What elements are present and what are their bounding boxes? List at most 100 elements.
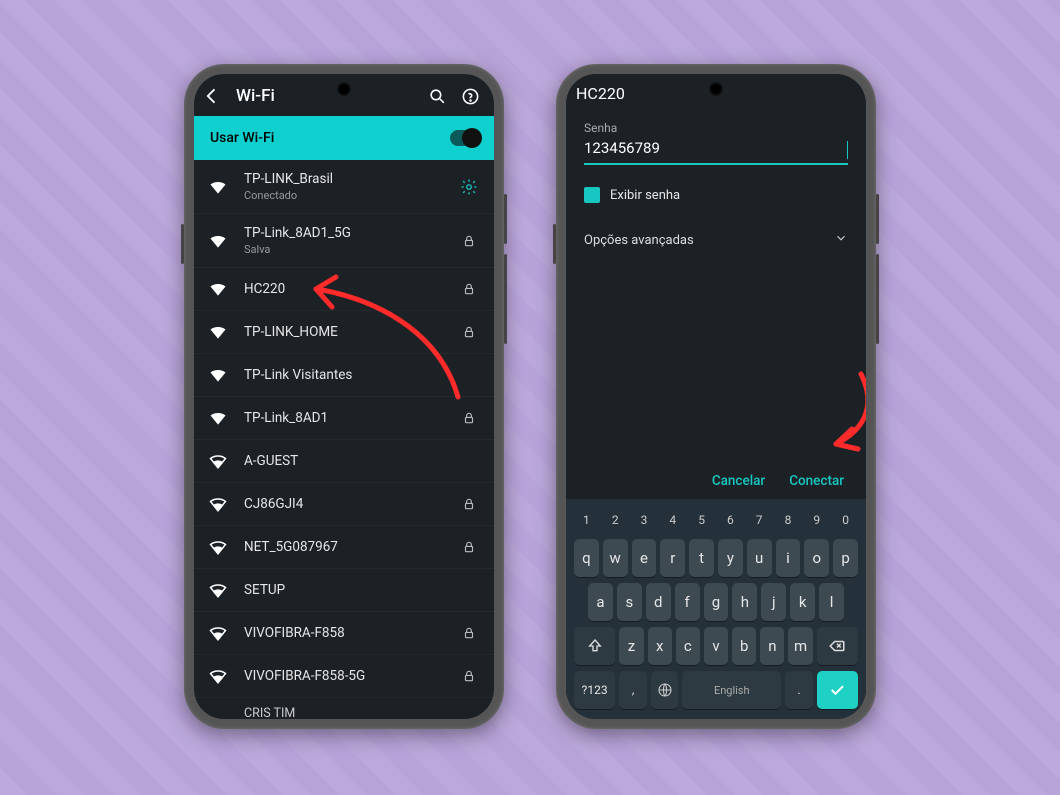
key-u[interactable]: u: [747, 539, 772, 577]
key-o[interactable]: o: [804, 539, 829, 577]
search-icon[interactable]: [428, 87, 447, 106]
keyboard: 1234567890 qwertyuiop asdfghjkl zxcvbnm …: [566, 499, 866, 719]
show-password-checkbox[interactable]: [584, 187, 600, 203]
wifi-row[interactable]: TP-Link_8AD1_5GSalva: [194, 213, 494, 267]
advanced-options-row[interactable]: Opções avançadas: [584, 231, 848, 249]
key-k[interactable]: k: [790, 583, 815, 621]
lock-icon: [458, 325, 480, 339]
key-8[interactable]: 8: [776, 507, 801, 533]
key-a[interactable]: a: [588, 583, 613, 621]
gear-icon[interactable]: [458, 178, 480, 196]
wifi-connected-row[interactable]: TP-LINK_Brasil Conectado: [194, 160, 494, 213]
use-wifi-toggle[interactable]: [450, 130, 480, 146]
key-g[interactable]: g: [704, 583, 729, 621]
space-key[interactable]: English: [682, 671, 781, 709]
key-f[interactable]: f: [675, 583, 700, 621]
screen-left: Wi-Fi Usar Wi-Fi TP-LINK_Brasil Conectad…: [194, 74, 494, 719]
key-j[interactable]: j: [761, 583, 786, 621]
key-i[interactable]: i: [776, 539, 801, 577]
key-1[interactable]: 1: [574, 507, 599, 533]
wifi-row[interactable]: VIVOFIBRA-F858: [194, 611, 494, 654]
wifi-signal-icon: [208, 322, 228, 342]
help-icon[interactable]: [461, 87, 480, 106]
app-bar-title: Wi-Fi: [236, 86, 414, 106]
wifi-signal-icon: [208, 623, 228, 643]
key-5[interactable]: 5: [689, 507, 714, 533]
key-b[interactable]: b: [732, 627, 756, 665]
wifi-row-partial[interactable]: CRIS TIM: [194, 697, 494, 719]
lock-icon: [458, 669, 480, 683]
key-n[interactable]: n: [760, 627, 784, 665]
key-y[interactable]: y: [718, 539, 743, 577]
wifi-ssid: TP-Link_8AD1: [244, 410, 442, 426]
key-q[interactable]: q: [574, 539, 599, 577]
wifi-ssid: TP-Link Visitantes: [244, 367, 442, 383]
wifi-signal-icon: [208, 494, 228, 514]
key-s[interactable]: s: [617, 583, 642, 621]
password-input[interactable]: 123456789: [584, 135, 848, 165]
advanced-label: Opções avançadas: [584, 233, 694, 248]
wifi-ssid: NET_5G087967: [244, 539, 442, 555]
key-m[interactable]: m: [788, 627, 812, 665]
connect-button[interactable]: Conectar: [789, 473, 844, 489]
key-4[interactable]: 4: [660, 507, 685, 533]
key-v[interactable]: v: [704, 627, 728, 665]
wifi-signal-icon: [208, 580, 228, 600]
key-z[interactable]: z: [619, 627, 643, 665]
key-x[interactable]: x: [648, 627, 672, 665]
key-w[interactable]: w: [603, 539, 628, 577]
wifi-row[interactable]: TP-Link_8AD1: [194, 396, 494, 439]
front-camera: [337, 82, 351, 96]
use-wifi-label: Usar Wi-Fi: [210, 130, 274, 146]
wifi-row[interactable]: TP-Link Visitantes: [194, 353, 494, 396]
key-3[interactable]: 3: [632, 507, 657, 533]
wifi-signal-icon: [208, 279, 228, 299]
wifi-row[interactable]: HC220: [194, 267, 494, 310]
use-wifi-toggle-row[interactable]: Usar Wi-Fi: [194, 116, 494, 160]
key-t[interactable]: t: [689, 539, 714, 577]
wifi-full-icon: [208, 177, 228, 197]
key-l[interactable]: l: [819, 583, 844, 621]
symnum-key[interactable]: ?123: [574, 671, 615, 709]
wifi-ssid: HC220: [244, 281, 442, 297]
wifi-row[interactable]: CJ86GJI4: [194, 482, 494, 525]
wifi-row[interactable]: SETUP: [194, 568, 494, 611]
key-r[interactable]: r: [660, 539, 685, 577]
cancel-button[interactable]: Cancelar: [712, 473, 765, 489]
key-0[interactable]: 0: [833, 507, 858, 533]
key-e[interactable]: e: [632, 539, 657, 577]
wifi-signal-icon: [208, 451, 228, 471]
show-password-row[interactable]: Exibir senha: [584, 187, 848, 203]
wifi-row[interactable]: TP-LINK_HOME: [194, 310, 494, 353]
lock-icon: [458, 234, 480, 248]
key-6[interactable]: 6: [718, 507, 743, 533]
key-2[interactable]: 2: [603, 507, 628, 533]
lock-icon: [458, 540, 480, 554]
wifi-row[interactable]: VIVOFIBRA-F858-5G: [194, 654, 494, 697]
lock-icon: [458, 282, 480, 296]
key-p[interactable]: p: [833, 539, 858, 577]
key-d[interactable]: d: [646, 583, 671, 621]
key-9[interactable]: 9: [804, 507, 829, 533]
lock-icon: [458, 626, 480, 640]
wifi-row[interactable]: A-GUEST: [194, 439, 494, 482]
key-c[interactable]: c: [676, 627, 700, 665]
backspace-key[interactable]: [817, 627, 858, 665]
wifi-row[interactable]: NET_5G087967: [194, 525, 494, 568]
front-camera: [709, 82, 723, 96]
comma-key[interactable]: ,: [619, 671, 647, 709]
key-h[interactable]: h: [732, 583, 757, 621]
lock-icon: [458, 497, 480, 511]
wifi-subtext: Salva: [244, 243, 442, 256]
phone-left: Wi-Fi Usar Wi-Fi TP-LINK_Brasil Conectad…: [184, 64, 504, 729]
back-icon[interactable]: [202, 86, 222, 106]
shift-key[interactable]: [574, 627, 615, 665]
show-password-label: Exibir senha: [610, 188, 680, 203]
enter-key[interactable]: [817, 671, 858, 709]
globe-key[interactable]: [651, 671, 679, 709]
period-key[interactable]: .: [785, 671, 813, 709]
key-7[interactable]: 7: [747, 507, 772, 533]
password-label: Senha: [584, 121, 848, 135]
wifi-ssid: CJ86GJI4: [244, 496, 442, 512]
wifi-signal-icon: [208, 537, 228, 557]
